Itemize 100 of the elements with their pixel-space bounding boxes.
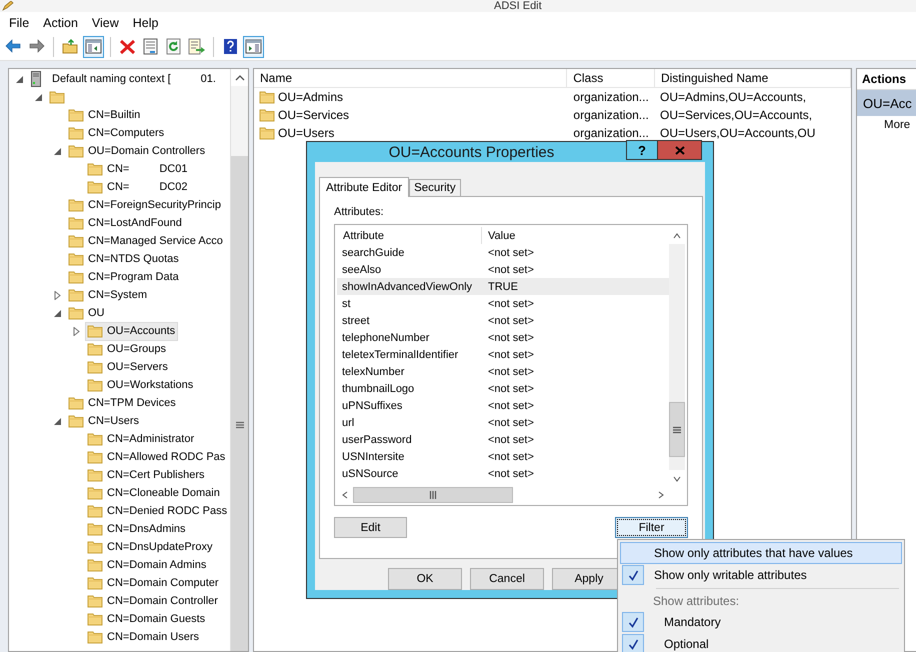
tree-item[interactable]: CN=Program Data (66, 268, 182, 286)
attribute-row[interactable]: url <not set> (337, 414, 669, 431)
menu-item[interactable]: Show only attributes that have values (620, 542, 902, 564)
cancel-button[interactable]: Cancel (470, 568, 544, 590)
tree-item[interactable]: OU=Servers (85, 358, 171, 376)
tree-item[interactable]: CN=Domain Computer (85, 574, 222, 592)
scrollbar-track[interactable] (337, 487, 669, 503)
tree-item-label: CN=Managed Service Acco (88, 235, 223, 247)
attribute-row[interactable]: street <not set> (337, 312, 669, 329)
filter-button[interactable]: Filter (615, 517, 688, 538)
menu-item[interactable]: Show only writable attributes (620, 564, 902, 586)
action-pane-button[interactable] (243, 36, 264, 58)
grip-icon (236, 421, 244, 429)
tree-item[interactable]: CN=Managed Service Acco (66, 232, 226, 250)
tree-item[interactable]: CN=TPM Devices (66, 394, 179, 412)
scrollbar-thumb[interactable] (231, 156, 248, 651)
menu-item[interactable]: Help (126, 16, 166, 30)
tree-item[interactable]: OU=Workstations (85, 376, 196, 394)
list-item-name[interactable]: OU=Admins (278, 90, 344, 104)
tree-item[interactable]: OU (66, 304, 108, 322)
tree-item[interactable]: CN=ForeignSecurityPrincip (66, 196, 224, 214)
scrollbar-thumb[interactable] (353, 487, 513, 503)
tab[interactable]: Security (409, 179, 461, 196)
tree-item[interactable]: OU=Domain Controllers (66, 142, 208, 160)
tree-item[interactable]: CN=Administrator (85, 430, 198, 448)
list-item-name[interactable]: OU=Services (278, 108, 350, 122)
close-button[interactable] (658, 140, 702, 160)
tree-item-label: CN= (107, 181, 130, 193)
tree-item[interactable]: CN=Users (66, 412, 142, 430)
attribute-row[interactable]: seeAlso <not set> (337, 261, 669, 278)
column-header[interactable]: Name (254, 69, 568, 87)
tree-item-label: CN=LostAndFound (88, 217, 182, 229)
tree-item[interactable]: CN=Denied RODC Pass (85, 502, 230, 520)
ok-button[interactable]: OK (388, 568, 462, 590)
tree-item[interactable]: CN=Domain Guests (85, 610, 208, 628)
tree-item-label: CN=ForeignSecurityPrincip (88, 199, 221, 211)
tree-item[interactable]: OU=Accounts (85, 322, 178, 340)
export-list-icon (188, 38, 205, 55)
action-link[interactable]: More (857, 116, 916, 134)
attribute-row[interactable]: searchGuide <not set> (337, 244, 669, 261)
tree-item[interactable]: OU=Groups (85, 340, 169, 358)
attribute-row[interactable]: USNIntersite <not set> (337, 448, 669, 465)
attribute-row[interactable]: thumbnailLogo <not set> (337, 380, 669, 397)
tree-item[interactable]: CN=DnsAdmins (85, 520, 189, 538)
back-arrow-icon (5, 38, 22, 55)
tree-item[interactable]: CN=System (66, 286, 150, 304)
tree-item[interactable]: CN=Cert Publishers (85, 466, 208, 484)
console-tree-icon (85, 38, 102, 55)
tree-item[interactable]: CN=Allowed RODC Pas (85, 448, 228, 466)
attribute-row[interactable]: uSNSource <not set> (337, 465, 669, 482)
attribute-row[interactable]: telephoneNumber <not set> (337, 329, 669, 346)
tree-item[interactable]: Default naming context [ 01. (50, 70, 219, 88)
tree-item[interactable]: CN=Cloneable Domain (85, 484, 223, 502)
menu-item[interactable]: Mandatory (620, 611, 902, 633)
tree-item[interactable]: CN=Domain Users (85, 628, 202, 646)
tab[interactable]: Attribute Editor (319, 177, 410, 197)
tree-item[interactable]: CN=Domain Admins (85, 556, 210, 574)
scrollbar-thumb[interactable] (669, 402, 685, 457)
expand-triangle-icon[interactable] (53, 290, 62, 300)
tree-item-label: CN=Denied RODC Pass (107, 505, 228, 517)
attribute-row[interactable]: st <not set> (337, 295, 669, 312)
export-list-button[interactable] (186, 36, 207, 58)
attribute-row[interactable]: userPassword <not set> (337, 431, 669, 448)
window-title: ADSI Edit (494, 0, 542, 12)
collapse-triangle-icon[interactable] (53, 308, 62, 318)
folder-icon (68, 396, 84, 410)
collapse-triangle-icon[interactable] (53, 146, 62, 156)
scrollbar-track[interactable] (669, 227, 685, 487)
attribute-row[interactable]: showInAdvancedViewOnly TRUE (337, 278, 669, 295)
console-tree-button[interactable] (83, 36, 104, 58)
tree-item[interactable]: CN=Computers (66, 124, 168, 142)
list-item-name[interactable]: OU=Users (278, 126, 334, 140)
collapse-triangle-icon[interactable] (34, 92, 43, 102)
menu-item[interactable]: Optional (620, 633, 902, 652)
tree-item[interactable]: CN= DC01 (85, 160, 190, 178)
tree-item[interactable]: CN=Domain Controller (85, 592, 221, 610)
attribute-row[interactable]: teletexTerminalIdentifier <not set> (337, 346, 669, 363)
column-header[interactable]: Class (567, 69, 655, 87)
tree-item[interactable]: CN=NTDS Quotas (66, 250, 182, 268)
menu-item[interactable]: Action (36, 16, 85, 30)
menu-item[interactable]: View (84, 16, 126, 30)
column-header[interactable]: Distinguished Name (654, 69, 851, 87)
attribute-row[interactable]: uPNSuffixes <not set> (337, 397, 669, 414)
tree-item[interactable]: CN=Builtin (66, 106, 144, 124)
menu-section-label: Show attributes: (652, 593, 740, 610)
folder-icon (87, 594, 103, 608)
tree-item[interactable]: CN= DC02 (85, 178, 190, 196)
column-header[interactable]: Value (482, 227, 669, 244)
collapse-triangle-icon[interactable] (53, 416, 62, 426)
close-icon (674, 146, 684, 154)
tree-item[interactable]: CN=LostAndFound (66, 214, 185, 232)
edit-button[interactable]: Edit (334, 517, 407, 538)
attribute-row[interactable]: telexNumber <not set> (337, 363, 669, 380)
help-button[interactable]: ? (626, 140, 658, 160)
actions-section-heading[interactable]: OU=Acc (857, 90, 916, 116)
expand-triangle-icon[interactable] (72, 326, 81, 336)
collapse-triangle-icon[interactable] (15, 74, 24, 84)
menu-item[interactable]: File (2, 16, 36, 30)
tree-item[interactable]: CN=DnsUpdateProxy (85, 538, 216, 556)
column-header[interactable]: Attribute (337, 227, 482, 244)
